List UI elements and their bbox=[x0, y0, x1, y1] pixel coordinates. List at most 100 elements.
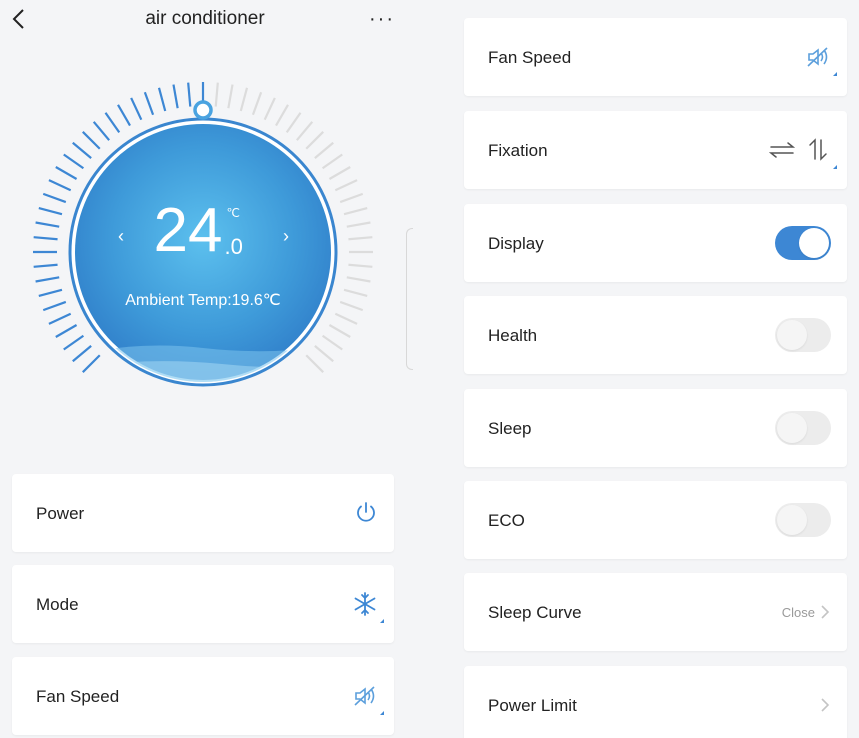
dial-tick bbox=[117, 104, 131, 127]
dial-tick bbox=[305, 354, 324, 373]
dial-tick bbox=[143, 91, 155, 116]
dial-face bbox=[75, 124, 331, 380]
dial-tick bbox=[214, 82, 219, 107]
dial-tick bbox=[321, 334, 343, 351]
dial-tick bbox=[305, 131, 324, 150]
snowflake-icon[interactable] bbox=[352, 587, 384, 623]
fan-speed-card[interactable]: Fan Speed bbox=[12, 657, 394, 735]
dial-tick bbox=[285, 112, 302, 134]
fan-speed-card-right[interactable]: Fan Speed bbox=[464, 18, 847, 96]
mode-label: Mode bbox=[36, 595, 79, 614]
dial-tick bbox=[35, 221, 60, 228]
dial-tick bbox=[63, 153, 85, 170]
dial-tick bbox=[334, 179, 358, 192]
dial-tick bbox=[82, 131, 101, 150]
dial-tick bbox=[42, 192, 67, 204]
power-limit-card[interactable]: Power Limit bbox=[464, 666, 847, 738]
dial-tick bbox=[328, 324, 351, 338]
fan-speed-label: Fan Speed bbox=[488, 48, 572, 67]
dial-tick bbox=[348, 263, 373, 268]
page-title: air conditioner bbox=[145, 8, 265, 29]
dial-tick bbox=[38, 206, 63, 216]
power-card[interactable]: Power bbox=[12, 474, 394, 552]
dial-tick bbox=[275, 104, 289, 127]
dial-tick bbox=[328, 166, 351, 180]
dial-graphic bbox=[33, 82, 373, 387]
health-toggle[interactable] bbox=[775, 318, 831, 352]
dial-tick bbox=[348, 236, 373, 241]
dial-tick bbox=[33, 236, 58, 241]
dial-tick bbox=[92, 121, 110, 141]
temperature-decrease-button[interactable]: ‹ bbox=[111, 226, 131, 247]
dial-tick bbox=[72, 345, 92, 363]
fan-mute-icon[interactable] bbox=[805, 40, 837, 76]
temperature-increase-button[interactable]: › bbox=[276, 226, 296, 247]
dial-tick bbox=[130, 97, 143, 121]
dial-handle[interactable] bbox=[193, 100, 213, 120]
dial-tick bbox=[55, 166, 78, 180]
display-card[interactable]: Display bbox=[464, 204, 847, 282]
sleep-toggle[interactable] bbox=[775, 411, 831, 445]
dial-tick bbox=[346, 221, 371, 228]
temperature-dial[interactable]: ‹ › 24 ℃ .0 Ambient Temp:19.6℃ bbox=[32, 78, 374, 420]
dial-tick bbox=[33, 263, 58, 268]
dial-tick bbox=[296, 121, 314, 141]
swing-arrows-icon[interactable] bbox=[769, 133, 837, 169]
dial-tick bbox=[346, 276, 371, 283]
fixation-label: Fixation bbox=[488, 141, 548, 160]
panel-divider bbox=[406, 228, 413, 370]
toggle-knob bbox=[777, 413, 807, 443]
chevron-right-icon bbox=[821, 605, 830, 619]
sleep-card[interactable]: Sleep bbox=[464, 389, 847, 467]
sleep-curve-label: Sleep Curve bbox=[488, 603, 582, 622]
header: air conditioner ··· bbox=[0, 0, 410, 40]
fixation-card[interactable]: Fixation bbox=[464, 111, 847, 189]
fan-speed-label: Fan Speed bbox=[36, 687, 120, 706]
eco-label: ECO bbox=[488, 511, 525, 530]
toggle-knob bbox=[799, 228, 829, 258]
dial-tick bbox=[172, 84, 179, 109]
eco-toggle[interactable] bbox=[775, 503, 831, 537]
dial-tick bbox=[48, 312, 72, 325]
dial-tick bbox=[35, 276, 60, 283]
dial-tick bbox=[314, 345, 334, 363]
dial-tick bbox=[104, 112, 121, 134]
toggle-knob bbox=[777, 320, 807, 350]
more-options-button[interactable]: ··· bbox=[369, 8, 395, 31]
dial-tick bbox=[48, 179, 72, 192]
dial-tick bbox=[55, 324, 78, 338]
dial-tick bbox=[314, 141, 334, 159]
dial-wave bbox=[73, 344, 333, 382]
left-panel: air conditioner ··· ‹ › 24 ℃ .0 Ambient … bbox=[0, 0, 410, 738]
dial-tick bbox=[63, 334, 85, 351]
dial-tick bbox=[334, 312, 358, 325]
health-label: Health bbox=[488, 326, 538, 345]
power-limit-label: Power Limit bbox=[488, 696, 577, 715]
dial-tick bbox=[321, 153, 343, 170]
dial-tick bbox=[263, 97, 276, 121]
dial-tick bbox=[239, 87, 249, 112]
dial-tick bbox=[82, 354, 101, 373]
right-panel: Fan Speed Fixation Display Health Sleep … bbox=[452, 0, 859, 738]
power-icon[interactable] bbox=[354, 496, 378, 530]
fan-mute-icon[interactable] bbox=[352, 679, 384, 715]
dial-tick bbox=[157, 87, 167, 112]
health-card[interactable]: Health bbox=[464, 296, 847, 374]
mode-card[interactable]: Mode bbox=[12, 565, 394, 643]
display-toggle[interactable] bbox=[775, 226, 831, 260]
dial-tick bbox=[343, 206, 368, 216]
dial-tick bbox=[187, 82, 192, 107]
sleep-curve-card[interactable]: Sleep Curve Close bbox=[464, 573, 847, 651]
ambient-temperature: Ambient Temp:19.6℃ bbox=[125, 292, 281, 309]
toggle-knob bbox=[777, 505, 807, 535]
dial-tick bbox=[227, 84, 234, 109]
sleep-label: Sleep bbox=[488, 419, 532, 438]
eco-card[interactable]: ECO bbox=[464, 481, 847, 559]
dial-tick bbox=[72, 141, 92, 159]
power-label: Power bbox=[36, 504, 85, 523]
dial-tick bbox=[339, 192, 364, 204]
sleep-curve-value: Close bbox=[781, 604, 815, 620]
dial-tick bbox=[251, 91, 263, 116]
display-label: Display bbox=[488, 234, 544, 253]
chevron-right-icon bbox=[821, 698, 830, 712]
